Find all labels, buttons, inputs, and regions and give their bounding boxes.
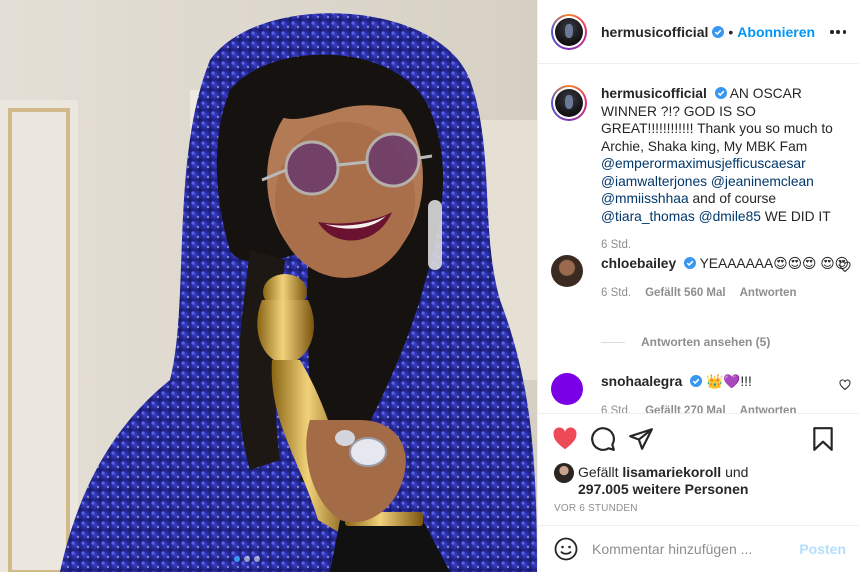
post-image [0, 0, 537, 572]
caption: hermusicofficial AN OSCAR WINNER ?!? GOD… [551, 85, 851, 251]
mention-link[interactable]: @tiara_thomas [601, 209, 695, 224]
comment-icon[interactable] [590, 426, 616, 452]
verified-icon [712, 25, 725, 38]
carousel-dot [244, 556, 250, 562]
post-header: hermusicofficial • Abonnieren [538, 0, 859, 64]
carousel-dot-active [234, 556, 240, 562]
comment-item: snohaalegra 👑💜!!! 6 Std. Gefällt 270 Mal… [551, 373, 851, 413]
heart-icon[interactable] [552, 426, 578, 452]
verified-icon [714, 87, 727, 99]
post-actions: Gefällt lisamariekoroll und 297.005 weit… [538, 413, 859, 514]
mention-link[interactable]: @mmiisshhaa [601, 191, 689, 206]
comment-avatar[interactable] [551, 373, 583, 405]
mention-link[interactable]: @dmile85 [699, 209, 761, 224]
header-separator: • [728, 23, 734, 40]
mention-link[interactable]: @emperormaximusjefficuscaesar [601, 156, 806, 171]
comment-text: 👑💜!!! [705, 374, 752, 389]
liked-by-and: und [725, 464, 749, 480]
like-comment-heart-icon[interactable] [839, 379, 851, 391]
carousel-dots [234, 556, 260, 562]
smile-icon[interactable] [554, 537, 578, 561]
follow-button[interactable]: Abonnieren [737, 24, 815, 40]
comment-likes[interactable]: Gefällt 560 Mal [645, 287, 726, 299]
verified-icon [690, 375, 703, 387]
comment-avatar[interactable] [551, 255, 583, 287]
caption-text: and of course [692, 191, 777, 206]
carousel-dot [254, 556, 260, 562]
verified-icon [684, 257, 696, 269]
avatar-image [555, 17, 583, 46]
comment-username[interactable]: chloebailey [601, 256, 676, 271]
caption-username[interactable]: hermusicofficial [601, 86, 707, 101]
share-icon[interactable] [628, 426, 654, 452]
caption-avatar[interactable] [551, 85, 587, 121]
comment-text: YEAAAAAA😍😍😍 [699, 256, 817, 271]
caption-text: WE DID IT [764, 208, 831, 224]
more-options-icon[interactable] [830, 24, 846, 40]
liked-count[interactable]: 297.005 weitere Personen [578, 481, 748, 497]
header-username[interactable]: hermusicofficial [601, 24, 708, 40]
comment-time[interactable]: 6 Std. [601, 405, 631, 414]
caption-line: Fam [779, 138, 808, 154]
comment-username[interactable]: snohaalegra [601, 374, 682, 389]
reply-button[interactable]: Antworten [740, 287, 797, 299]
post-comment-button[interactable]: Posten [799, 541, 846, 557]
comment-time[interactable]: 6 Std. [601, 287, 631, 299]
post-age[interactable]: VOR 6 STUNDEN [538, 503, 859, 514]
liked-by-user[interactable]: lisamariekoroll [622, 464, 721, 480]
liked-by-avatar[interactable] [554, 463, 574, 483]
add-comment-bar: Kommentar hinzufügen ... Posten [538, 525, 859, 572]
likes-summary[interactable]: Gefällt lisamariekoroll und 297.005 weit… [538, 463, 859, 498]
post-photo[interactable] [0, 0, 537, 572]
liked-by-prefix: Gefällt [578, 464, 619, 480]
view-replies-button[interactable]: Antworten ansehen (5) [601, 335, 770, 349]
reply-button[interactable]: Antworten [740, 405, 797, 414]
post-side-panel: hermusicofficial • Abonnieren hermusicof… [537, 0, 859, 572]
mention-link[interactable]: @iamwalterjones [601, 174, 707, 189]
view-replies-label: Antworten ansehen (5) [641, 335, 771, 349]
comment-likes[interactable]: Gefällt 270 Mal [645, 405, 726, 414]
comment-item: chloebailey YEAAAAAA😍😍😍 😍😍 6 Std. Gefäll… [551, 255, 851, 299]
profile-avatar[interactable] [551, 13, 587, 50]
mention-link[interactable]: @jeaninemclean [711, 174, 814, 189]
comment-input[interactable]: Kommentar hinzufügen ... [592, 541, 799, 557]
comments-list[interactable]: hermusicofficial AN OSCAR WINNER ?!? GOD… [538, 65, 859, 413]
caption-time[interactable]: 6 Std. [601, 239, 631, 251]
bookmark-icon[interactable] [810, 426, 836, 452]
like-comment-heart-icon[interactable] [839, 261, 851, 273]
